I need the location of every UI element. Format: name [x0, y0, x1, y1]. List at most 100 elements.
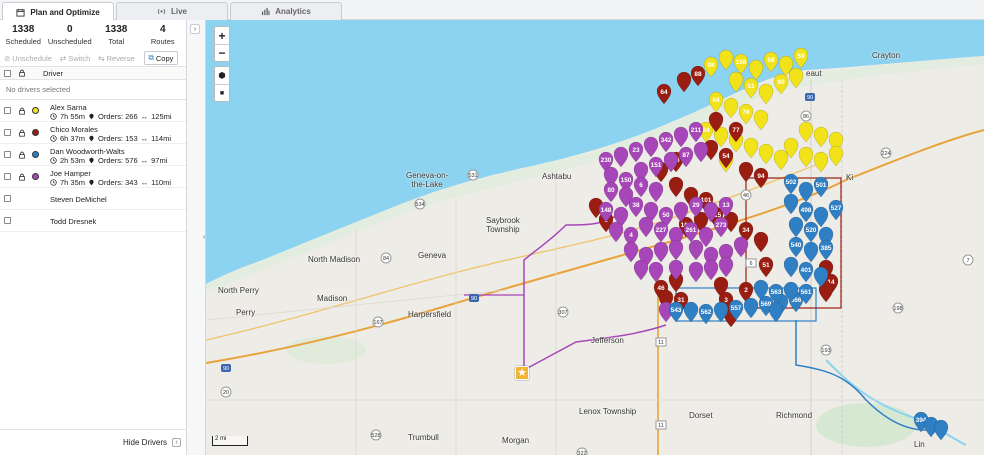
yellow-order-marker[interactable]: 98: [703, 56, 719, 78]
blue-order-marker[interactable]: [783, 193, 799, 215]
yellow-order-marker[interactable]: [813, 151, 829, 173]
purple-order-marker[interactable]: 38: [628, 196, 644, 218]
blue-order-marker[interactable]: [933, 419, 949, 441]
purple-order-marker[interactable]: 261: [683, 221, 699, 243]
reverse-button[interactable]: ⇆ Reverse: [98, 54, 134, 63]
yellow-order-marker[interactable]: [718, 49, 734, 71]
yellow-order-marker[interactable]: [788, 67, 804, 89]
yellow-order-marker[interactable]: [773, 149, 789, 171]
draw-polygon-button[interactable]: ⬢: [215, 67, 229, 84]
driver-checkbox[interactable]: [4, 129, 11, 136]
drag-handle-icon[interactable]: ‹: [203, 234, 205, 241]
red-order-marker[interactable]: [676, 71, 692, 93]
yellow-order-marker[interactable]: [798, 121, 814, 143]
yellow-order-marker[interactable]: 64: [708, 91, 724, 113]
purple-order-marker[interactable]: [638, 216, 654, 238]
purple-order-marker[interactable]: [648, 261, 664, 283]
driver-row[interactable]: Alex Sarna 7h 55m Orders: 266 ↔ 125mi: [0, 100, 186, 122]
copy-button[interactable]: ⧉ Copy: [143, 51, 179, 65]
purple-order-marker[interactable]: [633, 259, 649, 281]
lock-icon[interactable]: [18, 107, 26, 115]
blue-order-marker[interactable]: [683, 301, 699, 323]
yellow-order-marker[interactable]: [758, 83, 774, 105]
red-order-marker[interactable]: [738, 161, 754, 183]
red-order-marker[interactable]: [753, 231, 769, 253]
collapse-icon[interactable]: ‹: [172, 438, 181, 447]
blue-order-marker[interactable]: 501: [813, 176, 829, 198]
blue-order-marker[interactable]: 502: [783, 173, 799, 195]
depot-star-icon[interactable]: ★: [515, 366, 529, 380]
yellow-order-marker[interactable]: [748, 59, 764, 81]
purple-order-marker[interactable]: [703, 259, 719, 281]
tab-live[interactable]: Live: [116, 2, 228, 20]
yellow-order-marker[interactable]: 76: [738, 103, 754, 125]
purple-order-marker[interactable]: [653, 241, 669, 263]
tab-analytics[interactable]: Analytics: [230, 2, 342, 20]
purple-order-marker[interactable]: [608, 221, 624, 243]
blue-order-marker[interactable]: 527: [828, 199, 844, 221]
driver-checkbox[interactable]: [4, 173, 11, 180]
driver-row[interactable]: Steven DeMichel: [0, 188, 186, 210]
switch-button[interactable]: ⇄ Switch: [60, 54, 90, 63]
yellow-order-marker[interactable]: [813, 126, 829, 148]
yellow-order-marker[interactable]: 59: [793, 47, 809, 69]
driver-checkbox[interactable]: [4, 195, 11, 202]
purple-order-marker[interactable]: [688, 239, 704, 261]
route-map[interactable]: 90 90 90 534 531 84 307 11 11 167 20 528…: [206, 20, 984, 455]
purple-order-marker[interactable]: 23: [628, 141, 644, 163]
purple-order-marker[interactable]: [673, 126, 689, 148]
blue-order-marker[interactable]: [768, 301, 784, 323]
yellow-order-marker[interactable]: 58: [763, 51, 779, 73]
yellow-order-marker[interactable]: 80: [773, 73, 789, 95]
purple-order-marker[interactable]: [688, 261, 704, 283]
driver-column-header[interactable]: Driver: [43, 69, 63, 78]
yellow-order-marker[interactable]: [723, 97, 739, 119]
lock-icon[interactable]: [18, 69, 26, 77]
blue-order-marker[interactable]: [783, 256, 799, 278]
purple-order-marker[interactable]: 80: [603, 181, 619, 203]
purple-order-marker[interactable]: 211: [688, 121, 704, 143]
purple-order-marker[interactable]: [693, 141, 709, 163]
lock-icon[interactable]: [18, 151, 26, 159]
red-order-marker[interactable]: 88: [690, 65, 706, 87]
driver-checkbox[interactable]: [4, 107, 11, 114]
zoom-out-button[interactable]: −: [215, 44, 229, 61]
tab-plan-and-optimize[interactable]: Plan and Optimize: [2, 2, 114, 21]
unschedule-button[interactable]: ⊘ Unschedule: [4, 54, 52, 63]
driver-checkbox[interactable]: [4, 217, 11, 224]
driver-row[interactable]: Chico Morales 6h 37m Orders: 153 ↔ 114mi: [0, 122, 186, 144]
driver-row[interactable]: Joe Hamper 7h 35m Orders: 343 ↔ 110mi: [0, 166, 186, 188]
blue-order-marker[interactable]: [803, 241, 819, 263]
red-order-marker[interactable]: 64: [656, 83, 672, 105]
zoom-in-button[interactable]: +: [215, 27, 229, 44]
blue-order-marker[interactable]: 562: [698, 303, 714, 325]
blue-order-marker[interactable]: [788, 216, 804, 238]
blue-order-marker[interactable]: [743, 297, 759, 319]
blue-order-marker[interactable]: 385: [818, 239, 834, 261]
select-all-checkbox[interactable]: [4, 69, 11, 77]
driver-row[interactable]: Todd Dresnek: [0, 210, 186, 232]
yellow-order-marker[interactable]: [728, 71, 744, 93]
purple-order-marker[interactable]: [643, 136, 659, 158]
blue-order-marker[interactable]: 543: [668, 301, 684, 323]
yellow-order-marker[interactable]: [758, 143, 774, 165]
blue-order-marker[interactable]: [798, 181, 814, 203]
blue-order-marker[interactable]: 520: [803, 221, 819, 243]
expand-panel-icon[interactable]: ›: [190, 24, 200, 34]
hide-drivers-button[interactable]: Hide Drivers: [123, 438, 167, 447]
purple-order-marker[interactable]: [733, 236, 749, 258]
panel-splitter[interactable]: › ‹: [187, 20, 206, 455]
purple-order-marker[interactable]: [613, 146, 629, 168]
driver-checkbox[interactable]: [4, 151, 11, 158]
red-order-marker[interactable]: 51: [758, 256, 774, 278]
draw-rectangle-button[interactable]: ■: [215, 84, 229, 101]
purple-order-marker[interactable]: 342: [658, 131, 674, 153]
yellow-order-marker[interactable]: 156: [733, 53, 749, 75]
purple-order-marker[interactable]: [648, 181, 664, 203]
purple-order-marker[interactable]: [718, 256, 734, 278]
yellow-order-marker[interactable]: [743, 137, 759, 159]
purple-order-marker[interactable]: [668, 239, 684, 261]
blue-order-marker[interactable]: 540: [788, 236, 804, 258]
red-order-marker[interactable]: 94: [753, 167, 769, 189]
lock-icon[interactable]: [18, 173, 26, 181]
